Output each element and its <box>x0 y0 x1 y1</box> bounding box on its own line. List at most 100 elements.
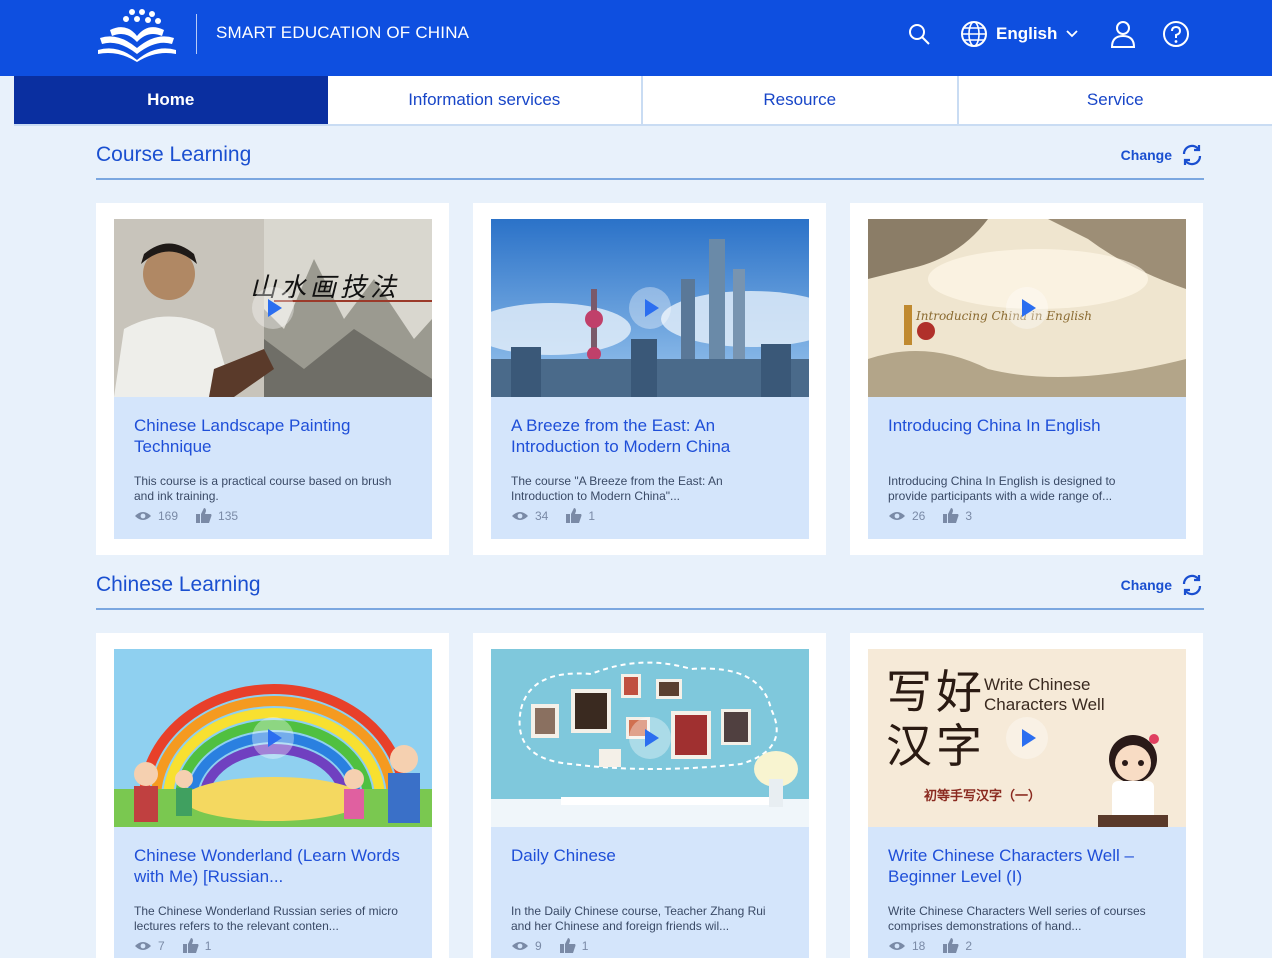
eye-icon <box>512 941 528 950</box>
change-label: Change <box>1120 147 1172 163</box>
views-count: 7 <box>158 938 165 953</box>
language-label: English <box>996 24 1058 43</box>
card-stats: 169 135 <box>134 508 256 523</box>
section-course-learning: Course Learning Change <box>96 140 1204 180</box>
views-count: 26 <box>912 508 926 523</box>
card-title[interactable]: A Breeze from the East: An Introduction … <box>511 415 796 457</box>
likes-count: 1 <box>204 938 212 953</box>
views-count: 169 <box>158 508 179 523</box>
play-button[interactable] <box>629 287 671 329</box>
search-icon[interactable] <box>904 19 934 49</box>
card-thumbnail[interactable] <box>491 649 809 827</box>
card-thumbnail[interactable]: 写好汉字 Write Chinese Characters Well 初等手写汉… <box>868 649 1186 827</box>
course-card[interactable]: 写好汉字 Write Chinese Characters Well 初等手写汉… <box>850 633 1203 958</box>
eye-icon <box>889 511 905 520</box>
card-body[interactable]: A Breeze from the East: An Introduction … <box>491 219 809 539</box>
card-description: The course "A Breeze from the East: An I… <box>511 474 723 503</box>
views-count: 9 <box>535 938 542 953</box>
thumbs-up-icon <box>182 938 199 953</box>
card-thumbnail[interactable]: 山水画技法 <box>114 219 432 397</box>
card-thumbnail[interactable] <box>491 219 809 397</box>
language-selector[interactable]: English <box>960 19 1079 49</box>
main-nav: Home Information services Resource Servi… <box>14 76 1272 126</box>
likes-count: 135 <box>218 508 239 523</box>
eye-icon <box>135 941 151 950</box>
site-title[interactable]: SMART EDUCATION OF CHINA <box>216 23 469 43</box>
refresh-icon <box>1182 144 1202 166</box>
chevron-down-icon <box>1066 30 1079 38</box>
tab-information-services[interactable]: Information services <box>328 76 643 124</box>
thumbs-up-icon <box>196 508 212 523</box>
card-title[interactable]: Daily Chinese <box>511 845 796 866</box>
course-card[interactable]: Daily Chinese In the Daily Chinese cours… <box>473 633 826 958</box>
card-body[interactable]: Chinese Wonderland (Learn Words with Me)… <box>114 649 432 958</box>
card-thumbnail[interactable] <box>114 649 432 827</box>
card-body[interactable]: Daily Chinese In the Daily Chinese cours… <box>491 649 809 958</box>
change-button[interactable]: Change <box>1121 143 1204 167</box>
thumbs-up-icon <box>943 508 959 523</box>
likes-count: 3 <box>965 508 973 523</box>
card-description: In the Daily Chinese course, Teacher Zha… <box>511 904 766 933</box>
eye-icon <box>135 511 151 520</box>
views-stat: 9 <box>511 939 542 953</box>
card-body[interactable]: Introducing China in English Introducing… <box>868 219 1186 539</box>
play-button[interactable] <box>252 717 294 759</box>
card-description: Introducing China In English is designed… <box>888 474 1116 503</box>
views-count: 34 <box>535 508 549 523</box>
views-stat: 26 <box>888 509 925 523</box>
views-stat: 7 <box>134 939 165 953</box>
likes-stat[interactable]: 3 <box>943 508 972 523</box>
tab-resource[interactable]: Resource <box>643 76 959 124</box>
eye-icon <box>512 511 528 520</box>
logo-divider <box>196 14 197 54</box>
card-description: Write Chinese Characters Well series of … <box>888 904 1146 933</box>
card-title[interactable]: Introducing China In English <box>888 415 1173 436</box>
help-icon[interactable] <box>1161 19 1191 49</box>
play-button[interactable] <box>252 287 294 329</box>
likes-stat[interactable]: 1 <box>559 938 589 953</box>
likes-count: 2 <box>965 938 973 953</box>
views-stat: 169 <box>134 509 178 523</box>
logo-icon[interactable] <box>96 6 178 62</box>
card-body[interactable]: 写好汉字 Write Chinese Characters Well 初等手写汉… <box>868 649 1186 958</box>
thumb-subcaption: 初等手写汉字（一） <box>924 788 1042 803</box>
views-stat: 34 <box>511 509 548 523</box>
course-card[interactable]: A Breeze from the East: An Introduction … <box>473 203 826 555</box>
card-description: This course is a practical course based … <box>134 474 392 503</box>
tab-home[interactable]: Home <box>14 76 328 124</box>
card-stats: 7 1 <box>134 938 229 953</box>
course-card[interactable]: Introducing China in English Introducing… <box>850 203 1203 555</box>
globe-icon <box>961 21 987 47</box>
thumbs-up-icon <box>566 508 582 523</box>
views-count: 18 <box>912 938 926 953</box>
card-stats: 18 2 <box>888 938 990 953</box>
likes-stat[interactable]: 1 <box>182 938 212 953</box>
section-title: Chinese Learning <box>96 573 261 596</box>
section-chinese-learning: Chinese Learning Change <box>96 570 1204 610</box>
play-button[interactable] <box>1006 717 1048 759</box>
card-stats: 26 3 <box>888 508 990 523</box>
likes-stat[interactable]: 2 <box>943 938 972 953</box>
likes-count: 1 <box>581 938 589 953</box>
card-stats: 34 1 <box>511 508 613 523</box>
course-card[interactable]: Chinese Wonderland (Learn Words with Me)… <box>96 633 449 958</box>
play-button[interactable] <box>629 717 671 759</box>
card-thumbnail[interactable]: Introducing China in English <box>868 219 1186 397</box>
likes-stat[interactable]: 1 <box>566 508 595 523</box>
card-title[interactable]: Write Chinese Characters Well – Beginner… <box>888 845 1173 887</box>
card-stats: 9 1 <box>511 938 606 953</box>
course-card[interactable]: 山水画技法 Chinese Landscape Painting Techniq… <box>96 203 449 555</box>
change-button[interactable]: Change <box>1121 573 1204 597</box>
play-button[interactable] <box>1006 287 1048 329</box>
eye-icon <box>889 941 905 950</box>
likes-stat[interactable]: 135 <box>196 508 238 523</box>
likes-count: 1 <box>588 508 596 523</box>
user-icon[interactable] <box>1108 19 1138 49</box>
section-title: Course Learning <box>96 143 252 166</box>
card-body[interactable]: 山水画技法 Chinese Landscape Painting Techniq… <box>114 219 432 539</box>
card-title[interactable]: Chinese Wonderland (Learn Words with Me)… <box>134 845 419 887</box>
tab-service[interactable]: Service <box>959 76 1272 124</box>
top-header: SMART EDUCATION OF CHINA English <box>0 0 1272 76</box>
card-title[interactable]: Chinese Landscape Painting Technique <box>134 415 419 457</box>
card-description: The Chinese Wonderland Russian series of… <box>134 904 398 933</box>
